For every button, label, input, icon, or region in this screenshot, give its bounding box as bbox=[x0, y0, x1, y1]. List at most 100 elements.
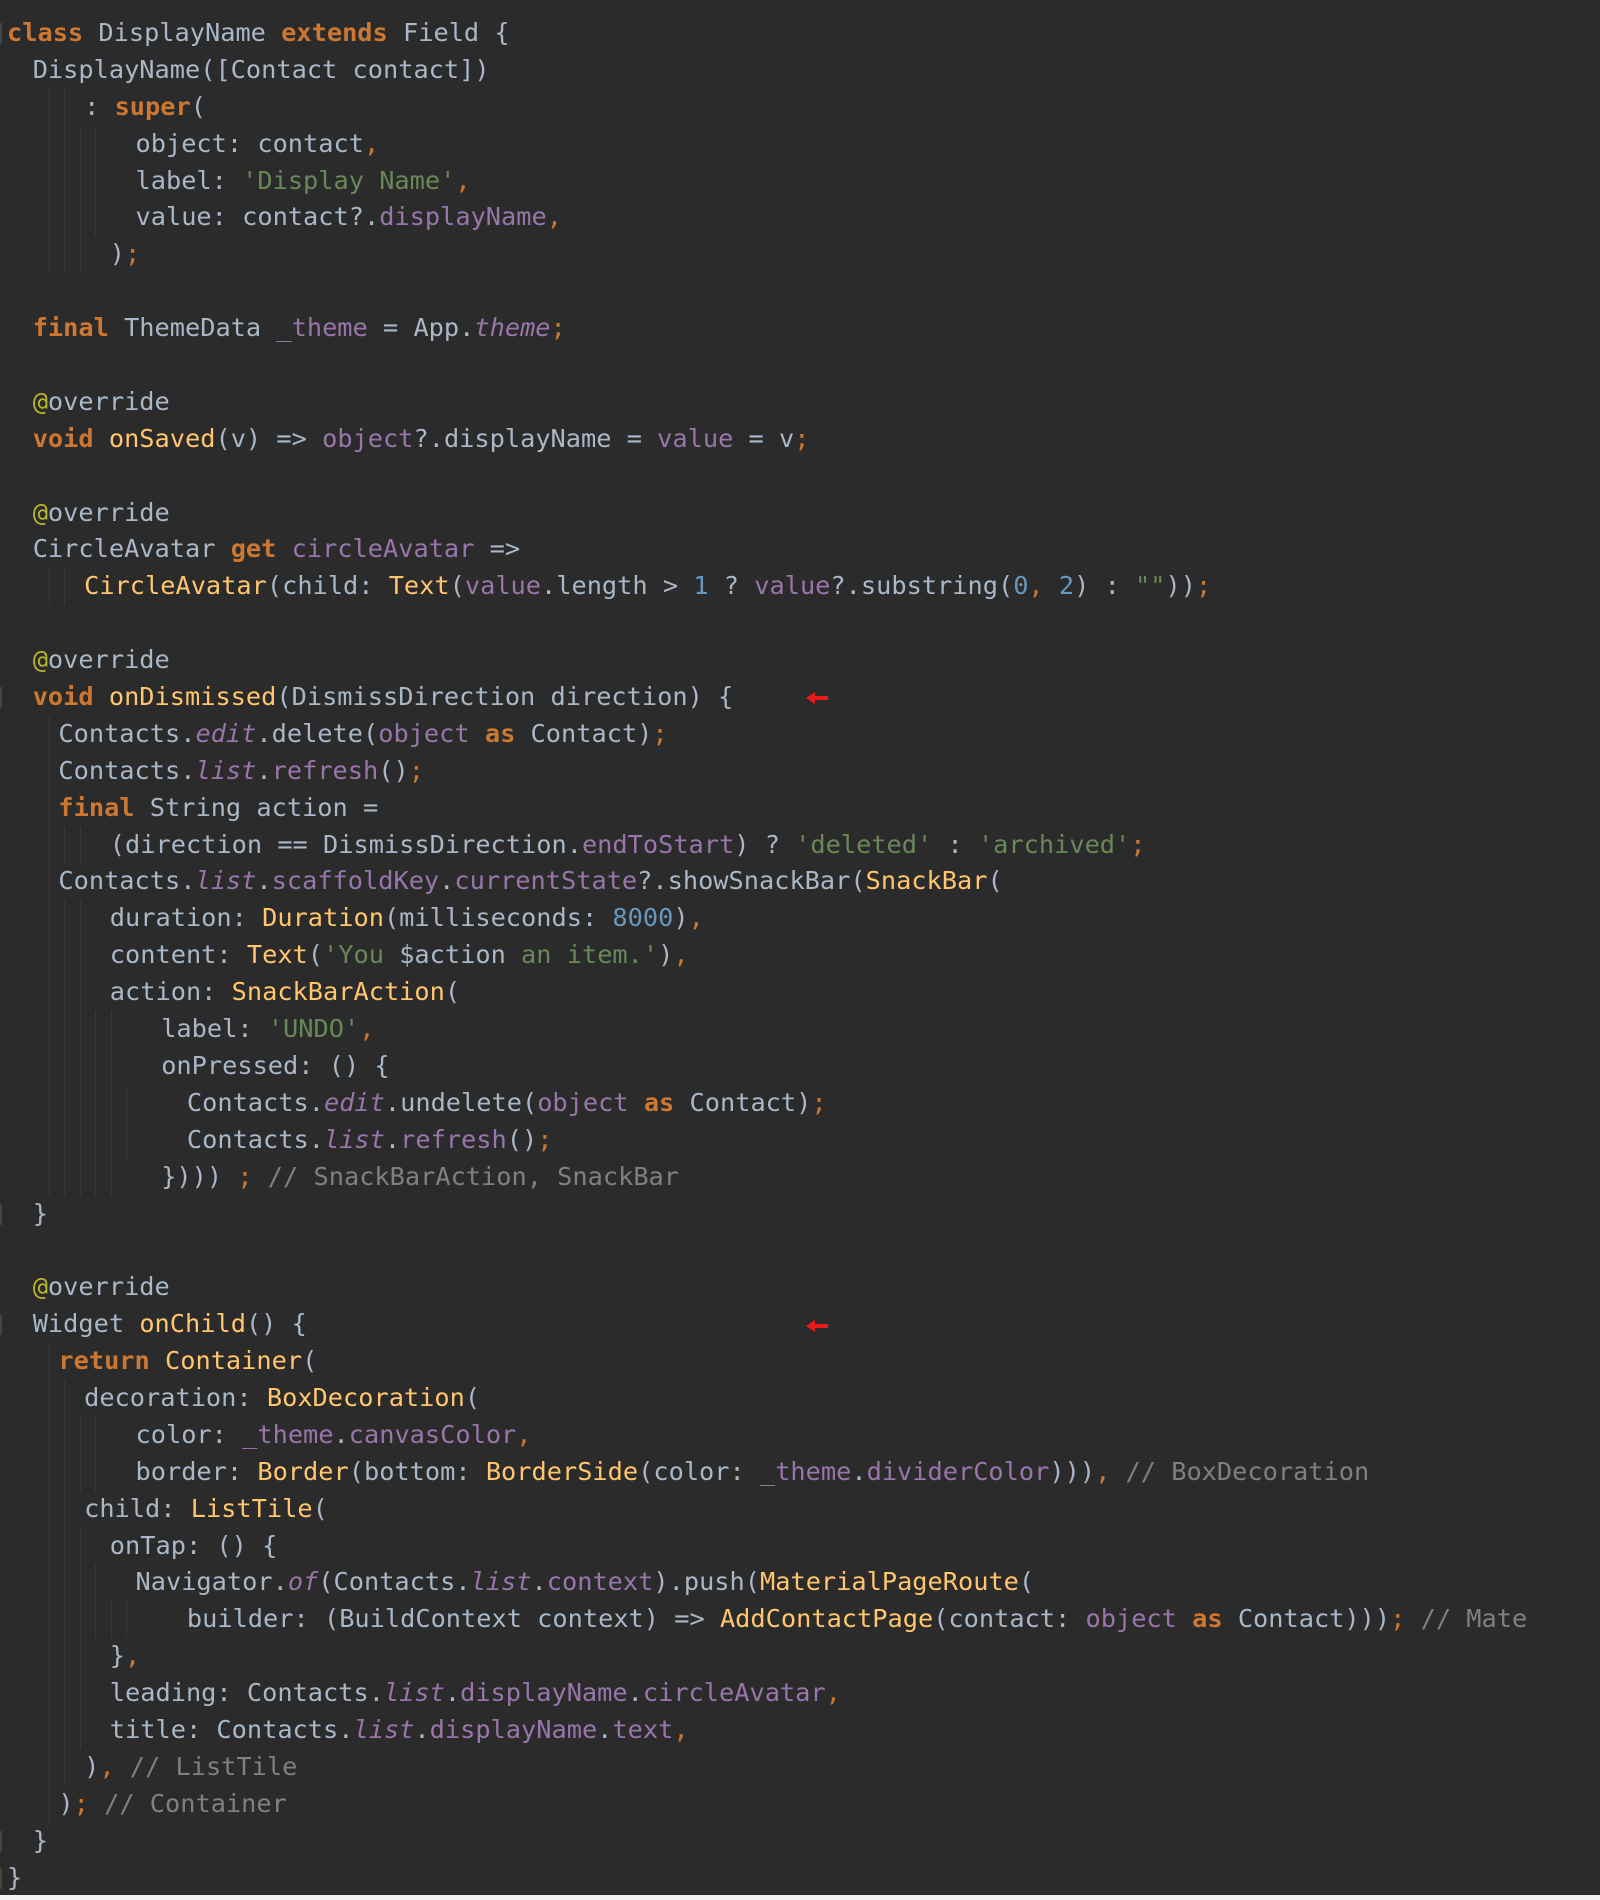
code-token: ?.substring( bbox=[830, 571, 1014, 601]
code-line[interactable]: builder: (BuildContext context) => AddCo… bbox=[7, 1601, 1600, 1639]
indent-guide bbox=[79, 125, 81, 163]
code-token: BorderSide bbox=[485, 1456, 639, 1486]
code-line[interactable]: duration: Duration(milliseconds: 8000), bbox=[7, 900, 1600, 938]
code-token: } bbox=[109, 1641, 126, 1671]
code-line[interactable]: object: contact, bbox=[7, 125, 1600, 163]
code-token: return bbox=[58, 1346, 150, 1376]
code-line[interactable]: class DisplayName extends Field { bbox=[7, 15, 1600, 52]
code-token: border: bbox=[135, 1456, 258, 1486]
code-line[interactable]: action: SnackBarAction( bbox=[7, 974, 1600, 1012]
code-line[interactable]: } bbox=[7, 1860, 1600, 1897]
code-line[interactable]: }, bbox=[7, 1638, 1600, 1676]
code-line[interactable]: onTap: () { bbox=[7, 1527, 1600, 1565]
code-token: Navigator. bbox=[135, 1567, 288, 1597]
code-line[interactable]: ), // ListTile bbox=[7, 1748, 1600, 1786]
code-line[interactable] bbox=[7, 458, 1600, 495]
fold-marker[interactable] bbox=[0, 1314, 2, 1336]
indent-guide bbox=[110, 1011, 112, 1048]
fold-marker[interactable] bbox=[0, 1868, 2, 1889]
code-line[interactable]: label: 'Display Name', bbox=[7, 162, 1600, 200]
indent-guide bbox=[48, 1711, 50, 1749]
code-token: 'Display Name' bbox=[242, 165, 456, 195]
code-line[interactable] bbox=[7, 273, 1600, 310]
indent-guide bbox=[48, 826, 50, 864]
code-line[interactable] bbox=[7, 1232, 1600, 1269]
indent-guide bbox=[48, 162, 50, 200]
indent-guide bbox=[95, 1416, 97, 1454]
code-line[interactable]: final String action = bbox=[7, 789, 1600, 827]
code-line[interactable] bbox=[7, 347, 1600, 384]
code-token: . bbox=[256, 755, 272, 785]
code-line[interactable]: ); bbox=[7, 236, 1600, 274]
code-line[interactable]: label: 'UNDO', bbox=[7, 1011, 1600, 1048]
code-editor[interactable]: class DisplayName extends Field {Display… bbox=[0, 0, 1600, 1900]
fold-marker[interactable] bbox=[0, 1203, 2, 1225]
code-line[interactable]: CircleAvatar(child: Text(value.length > … bbox=[7, 568, 1600, 606]
code-line[interactable]: color: _theme.canvasColor, bbox=[7, 1416, 1600, 1454]
indent-guide bbox=[48, 1748, 50, 1786]
code-token: ; bbox=[1195, 571, 1212, 601]
code-line[interactable]: Contacts.edit.undelete(object as Contact… bbox=[7, 1084, 1600, 1122]
code-line[interactable]: @override bbox=[7, 642, 1600, 679]
code-token: ) : bbox=[1074, 571, 1136, 601]
indent-guide bbox=[64, 937, 66, 975]
code-token: onTap: () { bbox=[109, 1530, 278, 1560]
code-line[interactable]: DisplayName([Contact contact]) bbox=[7, 52, 1600, 89]
fold-marker[interactable] bbox=[0, 23, 2, 44]
code-line[interactable]: ); // Container bbox=[7, 1785, 1600, 1823]
code-line[interactable]: void onDismissed(DismissDirection direct… bbox=[7, 679, 1600, 716]
code-line[interactable]: @override bbox=[7, 384, 1600, 421]
code-line[interactable]: return Container( bbox=[7, 1343, 1600, 1380]
code-token: // SnackBarAction, SnackBar bbox=[252, 1161, 680, 1191]
code-line[interactable]: Contacts.list.refresh(); bbox=[7, 1121, 1600, 1159]
code-line[interactable]: (direction == DismissDirection.endToStar… bbox=[7, 826, 1600, 864]
code-line[interactable]: void onSaved(v) => object?.displayName =… bbox=[7, 421, 1600, 458]
code-line[interactable]: final ThemeData _theme = App.theme; bbox=[7, 310, 1600, 347]
code-token: ; bbox=[794, 423, 810, 453]
code-line[interactable]: value: contact?.displayName, bbox=[7, 199, 1600, 237]
indent-guide bbox=[64, 1638, 66, 1676]
code-line[interactable]: content: Text('You $action an item.'), bbox=[7, 937, 1600, 975]
code-line[interactable]: onPressed: () { bbox=[7, 1047, 1600, 1085]
code-line[interactable]: Contacts.edit.delete(object as Contact); bbox=[7, 715, 1600, 753]
code-line[interactable]: leading: Contacts.list.displayName.circl… bbox=[7, 1675, 1600, 1712]
code-line[interactable]: child: ListTile( bbox=[7, 1490, 1600, 1528]
code-token: )) bbox=[1165, 571, 1196, 601]
indent-guide bbox=[95, 199, 97, 237]
code-token: , bbox=[99, 1751, 115, 1781]
code-token: super bbox=[114, 91, 191, 121]
code-token: , bbox=[546, 202, 562, 232]
code-line[interactable]: Contacts.list.scaffoldKey.currentState?.… bbox=[7, 863, 1600, 901]
code-line[interactable] bbox=[7, 605, 1600, 642]
indent-guide bbox=[64, 1711, 66, 1749]
code-line[interactable]: } bbox=[7, 1823, 1600, 1860]
code-line[interactable]: @override bbox=[7, 495, 1600, 532]
code-line[interactable]: : super( bbox=[7, 88, 1600, 126]
code-token: list bbox=[470, 1567, 532, 1597]
code-lines[interactable]: class DisplayName extends Field {Display… bbox=[7, 15, 1600, 1896]
fold-marker[interactable] bbox=[0, 1831, 2, 1852]
code-token: Duration bbox=[262, 903, 384, 933]
indent-guide bbox=[48, 937, 50, 975]
code-line[interactable]: CircleAvatar get circleAvatar => bbox=[7, 531, 1600, 568]
code-line[interactable]: title: Contacts.list.displayName.text, bbox=[7, 1711, 1600, 1749]
indent-guide bbox=[64, 1675, 66, 1712]
code-token: ) bbox=[58, 1788, 74, 1818]
code-line[interactable]: Widget onChild() { bbox=[7, 1306, 1600, 1343]
code-token: leading: Contacts. bbox=[109, 1678, 384, 1708]
code-token: @ bbox=[32, 497, 48, 527]
indent-guide bbox=[48, 1564, 50, 1602]
code-token: : bbox=[84, 91, 115, 121]
code-line[interactable]: }))) ; // SnackBarAction, SnackBar bbox=[7, 1158, 1600, 1196]
code-line[interactable]: decoration: BoxDecoration( bbox=[7, 1379, 1600, 1417]
code-line[interactable]: border: Border(bottom: BorderSide(color:… bbox=[7, 1453, 1600, 1491]
code-token: .delete( bbox=[256, 718, 379, 748]
code-line[interactable]: @override bbox=[7, 1269, 1600, 1306]
code-line[interactable]: } bbox=[7, 1196, 1600, 1233]
code-token: displayName bbox=[379, 202, 547, 232]
fold-marker[interactable] bbox=[0, 687, 2, 709]
indent-guide bbox=[126, 1601, 128, 1639]
code-line[interactable]: Navigator.of(Contacts.list.context).push… bbox=[7, 1564, 1600, 1602]
code-token: theme bbox=[474, 313, 551, 343]
code-line[interactable]: Contacts.list.refresh(); bbox=[7, 752, 1600, 790]
